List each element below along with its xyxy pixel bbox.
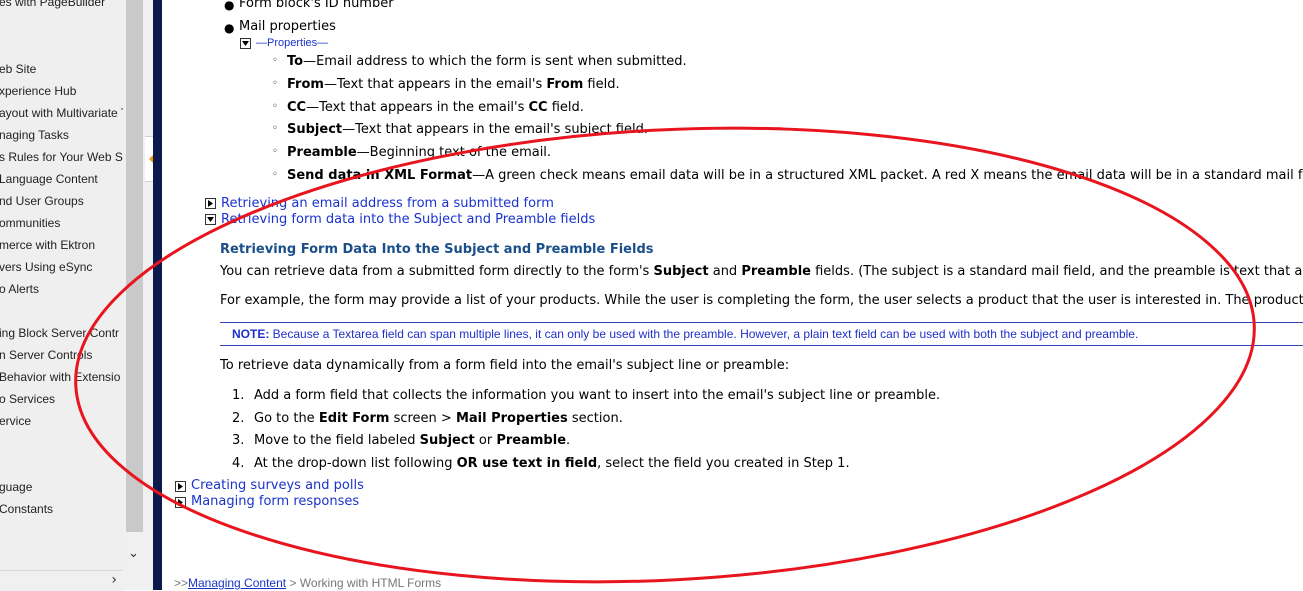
nav-tree-item[interactable]: Behavior with Extensio (0, 370, 120, 384)
nav-tree-item[interactable]: s Rules for Your Web S (0, 150, 123, 164)
nav-tree-item[interactable]: ervice (0, 414, 31, 428)
link-retrieve-form-data[interactable]: Retrieving form data into the Subject an… (221, 212, 595, 227)
help-content: ● Form block's ID number ● Mail properti… (162, 0, 1303, 590)
link-managing-responses[interactable]: Managing form responses (191, 494, 359, 509)
breadcrumb-link[interactable]: Managing Content (188, 576, 286, 590)
pane-splitter[interactable] (145, 0, 153, 590)
nav-tree-item[interactable]: o Alerts (0, 282, 39, 296)
breadcrumb-current: Working with HTML Forms (299, 576, 442, 590)
nav-tree-item[interactable]: o Services (0, 392, 55, 406)
bullet-icon: ◦ (272, 146, 278, 157)
nav-tree-item[interactable]: Constants (0, 502, 53, 516)
property-item: Send data in XML Format—A green check me… (287, 168, 1303, 183)
bullet-icon: ◦ (272, 169, 278, 180)
nav-tree-item[interactable]: Language Content (0, 172, 98, 186)
bullet-icon: ◦ (272, 101, 278, 112)
nav-tree-item[interactable]: ommunities (0, 216, 60, 230)
nav-tree-item[interactable]: nd User Groups (0, 194, 84, 208)
collapse-toggle-icon[interactable] (205, 214, 216, 225)
property-item: From—Text that appears in the email's Fr… (287, 77, 620, 92)
paragraph: You can retrieve data from a submitted f… (220, 264, 1303, 279)
breadcrumb: >>Managing Content > Working with HTML F… (174, 576, 442, 590)
step-item: Move to the field labeled Subject or Pre… (254, 433, 571, 448)
nav-vertical-scrollbar[interactable]: ⌄ (123, 0, 145, 570)
note-box: NOTE: Because a Textarea field can span … (220, 322, 1303, 346)
properties-toggle-link[interactable]: —Properties— (256, 37, 328, 49)
step-item: At the drop-down list following OR use t… (254, 456, 850, 471)
nav-tree-item[interactable]: n Server Controls (0, 348, 92, 362)
chevron-down-icon[interactable]: ⌄ (128, 546, 139, 561)
step-number: 3. (232, 433, 245, 448)
step-number: 4. (232, 456, 245, 471)
step-item: Add a form field that collects the infor… (254, 388, 941, 403)
scrollbar-corner (123, 570, 145, 590)
bullet-icon: ◦ (272, 123, 278, 134)
property-item: Subject—Text that appears in the email's… (287, 122, 648, 137)
collapse-toggle-icon[interactable] (240, 38, 251, 49)
property-item: Preamble—Beginning text of the email. (287, 145, 552, 160)
bullet-icon: ◦ (272, 78, 278, 89)
nav-tree-item[interactable]: ing Block Server Contr (0, 326, 119, 340)
paragraph: For example, the form may provide a list… (220, 293, 1303, 308)
list-item: Form block's ID number (239, 0, 394, 11)
nav-tree-item[interactable]: ayout with Multivariate T (0, 106, 123, 120)
chevron-right-icon[interactable]: › (111, 572, 117, 588)
property-item: CC—Text that appears in the email's CC f… (287, 100, 584, 115)
step-item: Go to the Edit Form screen > Mail Proper… (254, 411, 623, 426)
bullet-icon: ● (224, 21, 235, 35)
bullet-icon: ● (224, 0, 235, 12)
paragraph: To retrieve data dynamically from a form… (220, 358, 790, 373)
nav-tree-item[interactable]: eb Site (0, 62, 36, 76)
expand-toggle-icon[interactable] (205, 198, 216, 209)
note-text: NOTE: Because a Textarea field can span … (232, 327, 1139, 341)
scrollbar-thumb[interactable] (126, 0, 143, 532)
nav-tree-item[interactable]: xperience Hub (0, 84, 76, 98)
bullet-icon: ◦ (272, 55, 278, 66)
nav-tree-item[interactable]: guage (0, 480, 32, 494)
expand-toggle-icon[interactable] (175, 481, 186, 492)
expand-toggle-icon[interactable] (175, 497, 186, 508)
nav-horizontal-scrollbar[interactable]: › (0, 570, 123, 591)
property-item: To—Email address to which the form is se… (287, 54, 687, 69)
list-item: Mail properties (239, 19, 336, 34)
step-number: 2. (232, 411, 245, 426)
nav-tree-item[interactable]: es with PageBuilder (0, 0, 105, 9)
step-number: 1. (232, 388, 245, 403)
nav-tree-panel: es with PageBuilder eb Site xperience Hub a… (0, 0, 123, 570)
link-creating-surveys[interactable]: Creating surveys and polls (191, 478, 364, 493)
link-retrieve-email[interactable]: Retrieving an email address from a submi… (221, 196, 554, 211)
nav-tree-item[interactable]: naging Tasks (0, 128, 69, 142)
section-heading: Retrieving Form Data Into the Subject an… (220, 242, 654, 257)
nav-tree-item[interactable]: vers Using eSync (0, 260, 92, 274)
nav-tree-item[interactable]: merce with Ektron (0, 238, 95, 252)
content-border (153, 0, 162, 590)
